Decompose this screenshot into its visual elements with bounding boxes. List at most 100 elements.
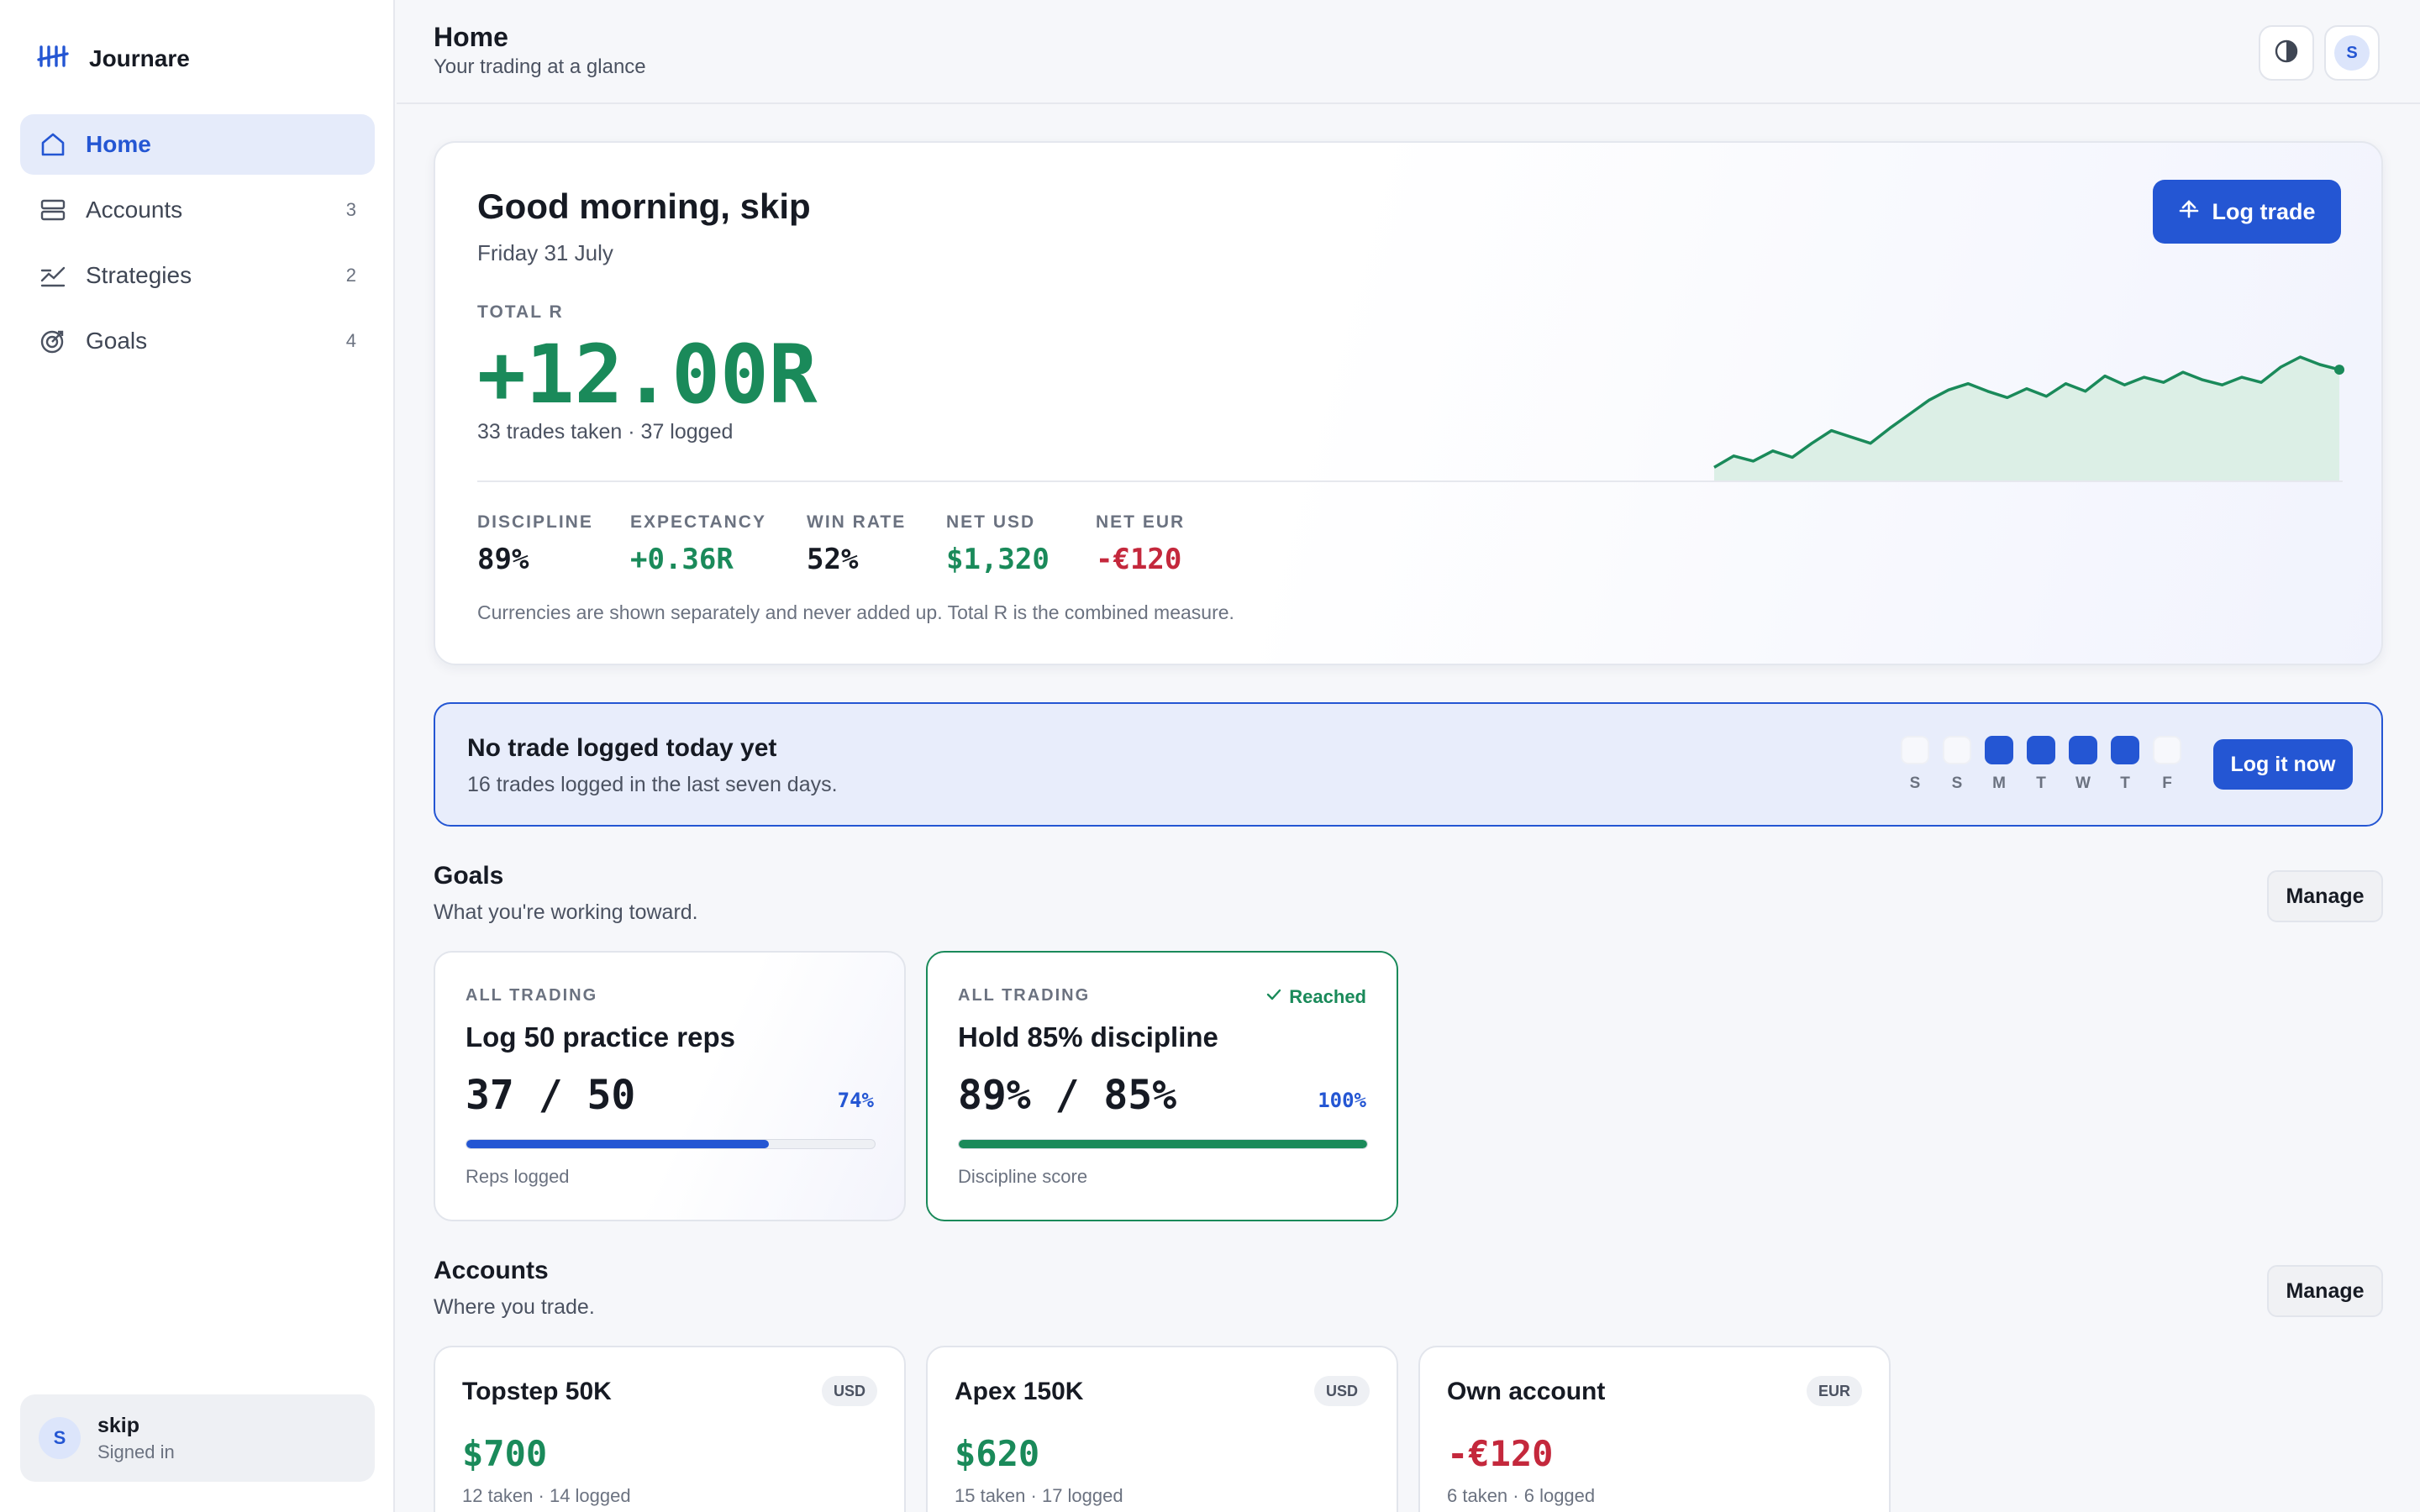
- stat-label: EXPECTANCY: [630, 512, 766, 532]
- log-trade-label: Log trade: [2212, 198, 2316, 224]
- sidebar-item-strategies[interactable]: Strategies 2: [20, 245, 375, 306]
- day-indicator: S: [1901, 736, 1929, 793]
- reached-badge: Reached: [1265, 986, 1366, 1008]
- trades-summary: 33 trades taken · 37 logged: [477, 420, 734, 444]
- user-status: Signed in: [97, 1441, 175, 1462]
- sidebar-item-label: Home: [86, 131, 151, 157]
- day-indicator: M: [1985, 736, 2013, 793]
- page-title: Home: [434, 22, 508, 52]
- log-it-now-button[interactable]: Log it now: [2213, 739, 2353, 790]
- account-net: $620: [955, 1433, 1040, 1474]
- goal-caption: Reps logged: [466, 1166, 570, 1187]
- user-menu[interactable]: S skip Signed in: [20, 1394, 375, 1482]
- stat-value: 52%: [807, 543, 859, 576]
- check-icon: [1265, 986, 1282, 1008]
- manage-accounts-button[interactable]: Manage: [2267, 1265, 2383, 1317]
- sidebar-item-goals[interactable]: Goals 4: [20, 311, 375, 371]
- account-name: Own account: [1447, 1378, 1606, 1405]
- account-menu-button[interactable]: S: [2324, 25, 2380, 81]
- day-box: [2111, 736, 2139, 764]
- goal-title: Hold 85% discipline: [958, 1021, 1218, 1053]
- day-letter: S: [1909, 774, 1921, 792]
- goal-scope: ALL TRADING: [958, 986, 1091, 1005]
- day-indicator: T: [2111, 736, 2139, 793]
- day-letter: T: [2120, 774, 2130, 792]
- currency-badge: USD: [821, 1376, 877, 1406]
- equity-sparkline: [1713, 355, 2344, 482]
- account-card[interactable]: Topstep 50K USD $700 12 taken · 14 logge…: [434, 1346, 906, 1512]
- contrast-icon: [2274, 39, 2299, 68]
- total-r-value: +12.00R: [477, 328, 818, 422]
- goal-card[interactable]: ALL TRADING Reached Hold 85% discipline …: [926, 951, 1398, 1221]
- account-trades: 12 taken · 14 logged: [462, 1485, 631, 1506]
- day-letter: W: [2075, 774, 2091, 792]
- goals-icon: [39, 327, 67, 355]
- day-letter: M: [1992, 774, 2006, 792]
- account-name: Topstep 50K: [462, 1378, 612, 1405]
- sidebar-item-home[interactable]: Home: [20, 114, 375, 175]
- sidebar-item-accounts[interactable]: Accounts 3: [20, 180, 375, 240]
- currency-note: Currencies are shown separately and neve…: [477, 601, 1234, 623]
- day-letter: T: [2036, 774, 2046, 792]
- currency-badge: USD: [1313, 1376, 1370, 1406]
- page-subtitle: Your trading at a glance: [434, 55, 646, 78]
- sidebar-nav: Home Accounts 3 Strategies 2 Goals 4: [20, 114, 375, 376]
- day-indicator: S: [1943, 736, 1971, 793]
- day-indicator: W: [2069, 736, 2097, 793]
- summary-card: Good morning, skip Friday 31 July TOTAL …: [434, 141, 2383, 665]
- sidebar: Journare Home Accounts 3 Strategies 2 Go…: [0, 0, 395, 1512]
- strategies-icon: [39, 261, 67, 290]
- goal-card[interactable]: ALL TRADING Log 50 practice reps 37 / 50…: [434, 951, 906, 1221]
- goal-progress-fill: [959, 1140, 1367, 1148]
- goal-progress-fill: [466, 1140, 769, 1148]
- goal-percent: 100%: [1318, 1089, 1366, 1112]
- reached-label: Reached: [1289, 986, 1366, 1007]
- stat-label: NET USD: [946, 512, 1036, 532]
- account-name: Apex 150K: [955, 1378, 1084, 1405]
- sidebar-item-label: Strategies: [86, 262, 192, 288]
- manage-goals-button[interactable]: Manage: [2267, 870, 2383, 922]
- stat-net-usd: NET USD $1,320: [946, 512, 1050, 576]
- stat-expectancy: EXPECTANCY +0.36R: [630, 512, 766, 576]
- app-name: Journare: [89, 45, 190, 71]
- day-letter: F: [2162, 774, 2172, 792]
- account-net: $700: [462, 1433, 548, 1474]
- day-box: [2069, 736, 2097, 764]
- day-indicator: T: [2027, 736, 2055, 793]
- stat-net-eur: NET EUR -€120: [1096, 512, 1185, 576]
- log-trade-button[interactable]: Log trade: [2153, 180, 2341, 244]
- sidebar-item-count: 3: [345, 199, 356, 220]
- upload-icon: [2178, 198, 2200, 226]
- day-letter: S: [1951, 774, 1963, 792]
- stat-value: 89%: [477, 543, 529, 576]
- day-box: [2153, 736, 2181, 764]
- sidebar-item-label: Goals: [86, 328, 148, 354]
- goals-section-subtitle: What you're working toward.: [434, 900, 698, 924]
- brand[interactable]: Journare: [37, 44, 190, 73]
- goal-scope: ALL TRADING: [466, 986, 598, 1005]
- accounts-section-subtitle: Where you trade.: [434, 1295, 595, 1319]
- goal-percent: 74%: [837, 1089, 874, 1112]
- sparkline-end-point: [2334, 365, 2344, 375]
- current-date: Friday 31 July: [477, 240, 613, 265]
- account-card[interactable]: Apex 150K USD $620 15 taken · 17 logged: [926, 1346, 1398, 1512]
- theme-toggle-button[interactable]: [2259, 25, 2314, 81]
- goal-progress: 89% / 85%: [958, 1072, 1177, 1119]
- weekly-activity: SSMTWTF: [1901, 736, 2181, 793]
- account-trades: 6 taken · 6 logged: [1447, 1485, 1596, 1506]
- logo-icon: [37, 44, 71, 73]
- day-indicator: F: [2153, 736, 2181, 793]
- greeting: Good morning, skip: [477, 186, 811, 226]
- sidebar-item-label: Accounts: [86, 197, 183, 223]
- account-card[interactable]: Own account EUR -€120 6 taken · 6 logged: [1418, 1346, 1891, 1512]
- stat-label: WIN RATE: [807, 512, 907, 532]
- goal-progress: 37 / 50: [466, 1072, 636, 1119]
- user-name: skip: [97, 1413, 140, 1437]
- accounts-icon: [39, 196, 67, 224]
- sidebar-item-count: 2: [345, 265, 356, 286]
- day-box: [2027, 736, 2055, 764]
- stat-label: NET EUR: [1096, 512, 1186, 532]
- stat-win-rate: WIN RATE 52%: [807, 512, 906, 576]
- account-net: -€120: [1447, 1433, 1554, 1474]
- home-icon: [39, 130, 67, 159]
